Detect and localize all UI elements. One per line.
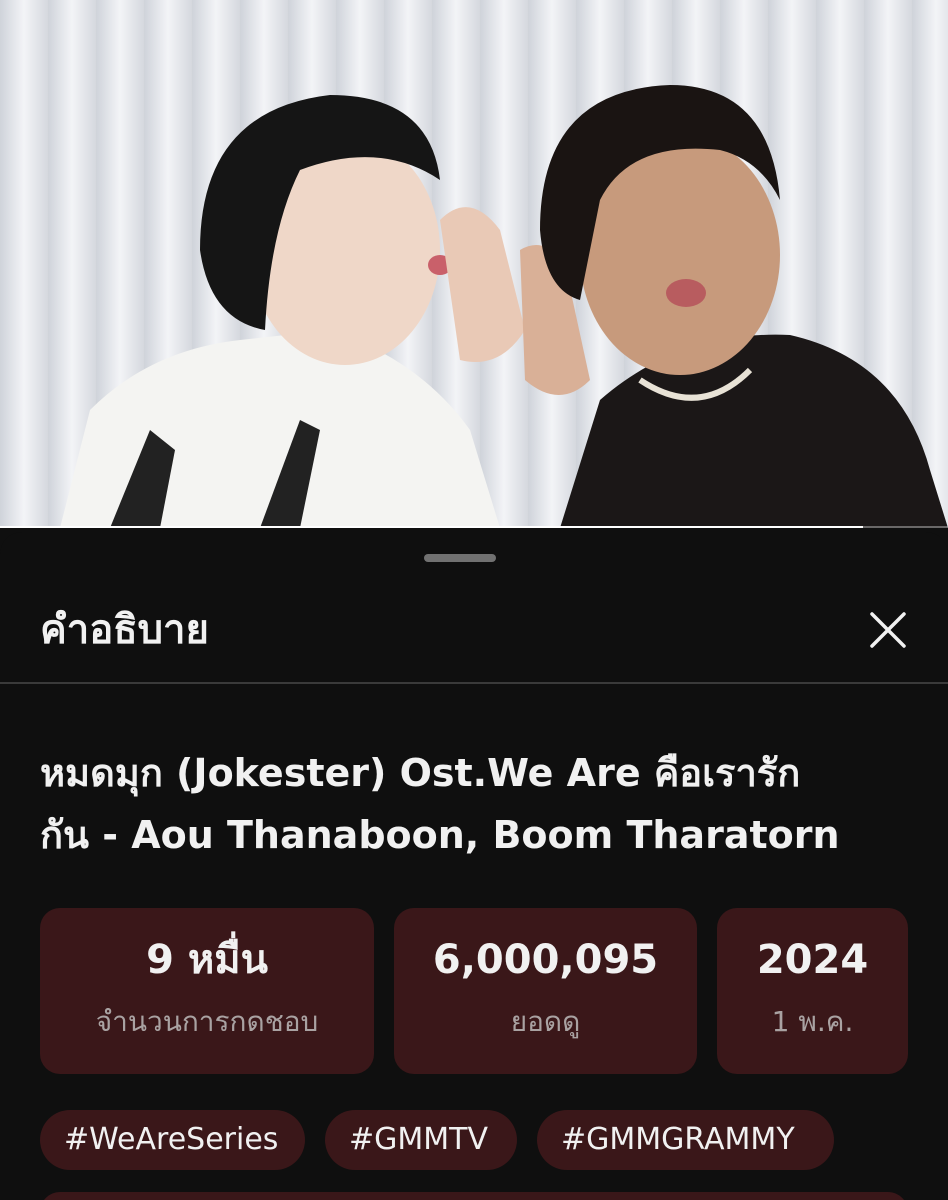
video-frame-image (0, 0, 948, 528)
next-section-edge (40, 1192, 908, 1200)
hashtag-chip[interactable]: #GMMTV (325, 1110, 517, 1170)
drag-handle[interactable] (424, 554, 496, 562)
likes-stat: 9 หมื่น จำนวนการกดชอบ (40, 908, 374, 1074)
close-icon (870, 612, 906, 648)
video-player[interactable] (0, 0, 948, 528)
hashtag-chip[interactable]: #GMMGRAMMY (537, 1110, 834, 1170)
video-title: หมดมุก (Jokester) Ost.We Are คือเรารัก ก… (40, 742, 908, 866)
upload-year: 2024 (756, 937, 869, 983)
upload-date-stat: 2024 1 พ.ค. (717, 908, 908, 1074)
video-title-line-2: กัน - Aou Thanaboon, Boom Tharatorn (40, 813, 840, 857)
hashtag-chip[interactable]: #WeAreSeries (40, 1110, 305, 1170)
views-stat: 6,000,095 ยอดดู (394, 908, 697, 1074)
views-count: 6,000,095 (432, 937, 659, 983)
video-progress-fill (0, 526, 863, 528)
video-title-line-1: หมดมุก (Jokester) Ost.We Are คือเรารัก (40, 751, 801, 795)
header-divider (0, 682, 948, 684)
sheet-title: คำอธิบาย (40, 607, 209, 653)
stats-row: 9 หมื่น จำนวนการกดชอบ 6,000,095 ยอดดู 20… (40, 908, 908, 1074)
upload-date: 1 พ.ค. (771, 1005, 854, 1038)
close-button[interactable] (858, 600, 918, 660)
video-progress-bar[interactable] (0, 526, 948, 528)
description-sheet: คำอธิบาย หมดมุก (Jokester) Ost.We Are คื… (0, 532, 948, 1200)
likes-label: จำนวนการกดชอบ (95, 1005, 319, 1038)
screen: คำอธิบาย หมดมุก (Jokester) Ost.We Are คื… (0, 0, 948, 1200)
views-label: ยอดดู (510, 1005, 581, 1038)
likes-count: 9 หมื่น (146, 937, 268, 983)
hashtag-list: #WeAreSeries #GMMTV #GMMGRAMMY (40, 1110, 908, 1170)
sheet-header: คำอธิบาย (0, 576, 948, 682)
